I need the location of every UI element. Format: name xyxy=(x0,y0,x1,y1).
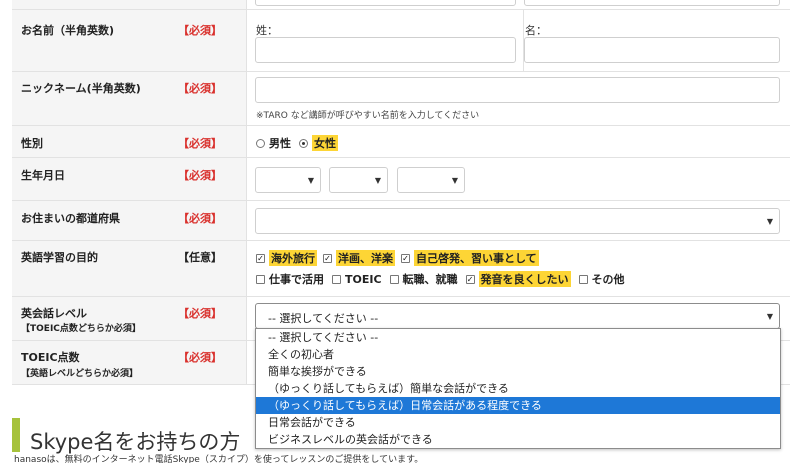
first-name-prefix: 名： xyxy=(525,24,547,37)
row-label-cell: お名前（半角英数) 【必須】 xyxy=(12,10,247,71)
required-badge: 【必須】 xyxy=(178,82,222,95)
row-label-cell: お住まいの都道府県 【必須】 xyxy=(12,201,247,240)
checkbox-self-dev[interactable]: ✓ xyxy=(401,253,410,263)
checkbox-other[interactable] xyxy=(578,274,588,284)
row-name: お名前（半角英数) 【必須】 姓： 名： xyxy=(12,10,790,72)
purpose-options-line-2: 仕事で活用 TOEIC 転職、就職 ✓ 発音を良くしたい その他 xyxy=(256,271,625,287)
gender-options: 男性 女性 xyxy=(256,135,338,151)
checkbox-travel[interactable]: ✓ xyxy=(256,253,265,263)
male-radio[interactable] xyxy=(256,138,265,148)
optional-badge: 【任意】 xyxy=(178,251,222,264)
row-purpose: 英語学習の目的 【任意】 ✓ 海外旅行 ✓ 洋画、洋楽 ✓ 自己啓発、習い事とし… xyxy=(12,241,790,297)
nickname-input[interactable] xyxy=(255,77,780,103)
checkbox-job[interactable] xyxy=(389,274,399,284)
required-badge: 【必須】 xyxy=(178,212,222,225)
row-label-cell xyxy=(12,0,247,9)
level-sublabel: 【TOEIC点数どちらか必須】 xyxy=(21,324,141,334)
row-label-cell: 性別 【必須】 xyxy=(12,126,247,157)
row-label-cell: TOEIC点数 【英語レベルどちらか必須】 【必須】 xyxy=(12,341,247,384)
nickname-label: ニックネーム(半角英数) xyxy=(21,82,141,95)
purpose-job-label[interactable]: 転職、就職 xyxy=(403,271,458,287)
row-gender: 性別 【必須】 男性 女性 xyxy=(12,126,790,158)
row-label-cell: 英語学習の目的 【任意】 xyxy=(12,241,247,296)
row-prefecture: お住まいの都道府県 【必須】 ▼ xyxy=(12,201,790,241)
name-label: お名前（半角英数) xyxy=(21,24,115,37)
chevron-down-icon: ▼ xyxy=(374,176,381,185)
purpose-self-dev-label[interactable]: 自己啓発、習い事として xyxy=(414,250,539,266)
purpose-work-label[interactable]: 仕事で活用 xyxy=(269,271,324,287)
chevron-down-icon: ▼ xyxy=(451,176,458,185)
female-radio[interactable] xyxy=(299,138,308,148)
level-option[interactable]: -- 選択してください -- xyxy=(256,329,780,346)
purpose-travel-label[interactable]: 海外旅行 xyxy=(269,250,317,266)
row-top-partial xyxy=(12,0,790,10)
birthdate-label: 生年月日 xyxy=(21,169,65,182)
purpose-other-label[interactable]: その他 xyxy=(592,271,625,287)
checkbox-toeic[interactable] xyxy=(332,274,341,284)
toeic-sublabel: 【英語レベルどちらか必須】 xyxy=(21,369,139,379)
level-select[interactable]: -- 選択してください -- ▼ xyxy=(255,303,780,329)
level-label: 英会話レベル xyxy=(21,307,87,320)
email-confirm-field-partial[interactable] xyxy=(524,0,780,6)
toeic-label: TOEIC点数 xyxy=(21,351,80,364)
nickname-note: ※TARO など講師が呼びやすい名前を入力してください xyxy=(256,111,480,121)
level-select-value: -- 選択してください -- xyxy=(268,312,379,325)
chevron-down-icon: ▼ xyxy=(766,217,773,226)
row-label-cell: 英会話レベル 【TOEIC点数どちらか必須】 【必須】 xyxy=(12,297,247,340)
prefecture-label: お住まいの都道府県 xyxy=(21,212,120,225)
first-name-input[interactable] xyxy=(524,37,780,63)
required-badge: 【必須】 xyxy=(178,351,222,364)
chevron-down-icon: ▼ xyxy=(307,176,314,185)
level-option[interactable]: 簡単な挨拶ができる xyxy=(256,363,780,380)
required-badge: 【必須】 xyxy=(178,24,222,37)
section-accent-bar xyxy=(12,418,20,452)
checkbox-movies[interactable]: ✓ xyxy=(323,253,332,263)
purpose-label: 英語学習の目的 xyxy=(21,251,98,264)
level-option[interactable]: 全くの初心者 xyxy=(256,346,780,363)
row-birthdate: 生年月日 【必須】 ▼ ▼ ▼ xyxy=(12,158,790,201)
last-name-prefix: 姓： xyxy=(256,24,278,37)
last-name-input[interactable] xyxy=(255,37,516,63)
purpose-toeic-label[interactable]: TOEIC xyxy=(345,273,382,286)
prefecture-select[interactable]: ▼ xyxy=(255,208,780,234)
required-badge: 【必須】 xyxy=(178,169,222,182)
skype-section: Skype名をお持ちの方 hanasoは、無料のインターネット電話Skype（ス… xyxy=(12,412,790,463)
row-label-cell: ニックネーム(半角英数) 【必須】 xyxy=(12,72,247,125)
birth-year-select[interactable]: ▼ xyxy=(255,167,321,193)
row-nickname: ニックネーム(半角英数) 【必須】 ※TARO など講師が呼びやすい名前を入力し… xyxy=(12,72,790,126)
checkbox-work[interactable] xyxy=(256,274,265,284)
level-option[interactable]: （ゆっくり話してもらえば）簡単な会話ができる xyxy=(256,380,780,397)
chevron-down-icon: ▼ xyxy=(766,312,773,321)
purpose-pronunciation-label[interactable]: 発音を良くしたい xyxy=(478,271,571,287)
female-label[interactable]: 女性 xyxy=(312,135,338,151)
purpose-options-line-1: ✓ 海外旅行 ✓ 洋画、洋楽 ✓ 自己啓発、習い事として xyxy=(256,250,539,266)
email-field-partial[interactable] xyxy=(255,0,516,6)
male-label[interactable]: 男性 xyxy=(269,135,291,151)
section-description: hanasoは、無料のインターネット電話Skype（スカイプ）を使ってレッスンの… xyxy=(14,455,424,463)
row-label-cell: 生年月日 【必須】 xyxy=(12,158,247,200)
required-badge: 【必須】 xyxy=(178,307,222,320)
birth-month-select[interactable]: ▼ xyxy=(329,167,388,193)
checkbox-pronunciation[interactable]: ✓ xyxy=(465,274,475,284)
birth-day-select[interactable]: ▼ xyxy=(397,167,465,193)
purpose-movies-label[interactable]: 洋画、洋楽 xyxy=(336,250,395,266)
gender-label: 性別 xyxy=(21,137,43,150)
required-badge: 【必須】 xyxy=(178,137,222,150)
